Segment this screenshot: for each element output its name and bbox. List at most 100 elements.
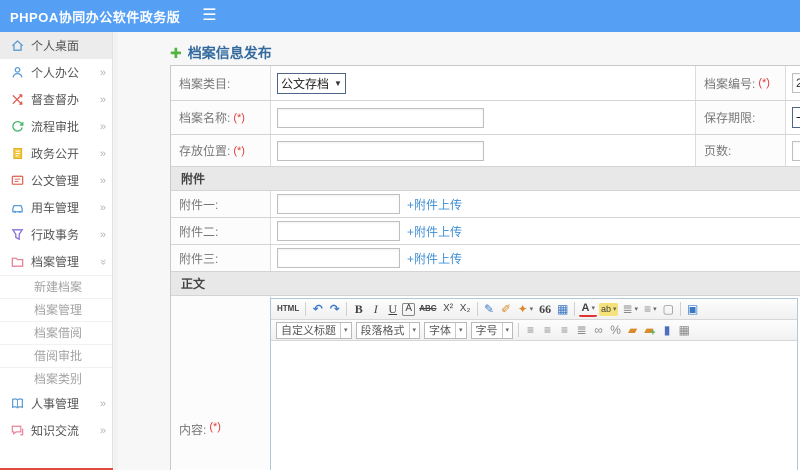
chevron-down-icon: ▾ xyxy=(501,322,513,338)
superscript-button[interactable]: X² xyxy=(441,301,456,318)
insert-table-button[interactable]: ▦ xyxy=(677,322,692,339)
number-label: 档案编号: xyxy=(704,76,756,91)
sidebar-subitem-new-archive[interactable]: 新建档案 xyxy=(0,275,112,298)
rich-text-editor: HTML ↶ ↷ B I U A ABC X² X₂ ✎ ✐ ✦ ▾ 66 ▦ A ▾ ab ▾ ≣ ▾ ≡ ▾ ▢ ▣ 自定义标… xyxy=(270,298,798,470)
eraser-button[interactable]: ✦ ▾ xyxy=(516,301,536,318)
align-justify-button[interactable]: ≣ xyxy=(574,322,589,339)
link-button[interactable]: ∞ xyxy=(591,322,606,339)
sidebar-item-office[interactable]: 个人办公 » xyxy=(0,59,112,86)
source-code-button[interactable]: HTML xyxy=(275,301,301,318)
toolbar-separator xyxy=(305,302,307,316)
toolbar-separator xyxy=(476,302,478,316)
chevron-down-icon: ▾ xyxy=(340,322,351,338)
period-label: 保存期限: xyxy=(704,111,756,125)
attachment1-input[interactable] xyxy=(277,194,400,214)
category-select[interactable]: 公文存档 ▼ xyxy=(277,72,346,94)
body-section-header: 正文 xyxy=(171,272,800,296)
attachment1-upload-link[interactable]: +附件上传 xyxy=(407,196,462,213)
form-row-content: 内容: (*) HTML ↶ ↷ B I U A ABC X² X₂ ✎ ✐ ✦ ▾ 66 ▦ A ▾ ab ▾ ≣ ▾ ≡ ▾… xyxy=(171,296,800,470)
select-label: 段落格式 xyxy=(360,325,405,337)
sidebar-item-label: 行政事务 xyxy=(31,228,80,242)
sidebar-subitem-archive-category[interactable]: 档案类别 xyxy=(0,367,112,390)
pages-label: 页数: xyxy=(704,144,732,158)
format-painter-button[interactable]: ✎ xyxy=(482,301,497,318)
font-color-button[interactable]: A ▾ xyxy=(579,302,597,317)
knowledge-icon xyxy=(10,423,25,438)
attachments-section-header: 附件 xyxy=(171,167,800,191)
font-size-select[interactable]: 字号 ▾ xyxy=(470,321,514,339)
editor-toolbar-row1: HTML ↶ ↷ B I U A ABC X² X₂ ✎ ✐ ✦ ▾ 66 ▦ A ▾ ab ▾ ≣ ▾ ≡ ▾ ▢ ▣ xyxy=(271,299,797,320)
align-center-button[interactable]: ≡ xyxy=(540,322,555,339)
doc-icon xyxy=(10,173,25,188)
bold-button[interactable]: B xyxy=(351,301,366,318)
editor-content-area[interactable] xyxy=(271,341,797,470)
blockquote-button[interactable]: 66 xyxy=(537,301,553,318)
sidebar-item-knowledge[interactable]: 知识交流 » xyxy=(0,417,112,444)
upload-image-button[interactable]: ▰ xyxy=(642,322,658,339)
sidebar-item-desktop[interactable]: 个人桌面 xyxy=(0,32,112,59)
chevron-right-icon: » xyxy=(99,424,106,437)
chevron-right-icon: » xyxy=(99,174,106,187)
archive-name-input[interactable] xyxy=(277,107,484,128)
sidebar-subitem-archive-borrow[interactable]: 档案借阅 xyxy=(0,321,112,344)
chevron-right-icon: » xyxy=(99,228,106,241)
paragraph-format-select[interactable]: 段落格式 ▾ xyxy=(355,321,421,339)
strikethrough-button[interactable]: ABC xyxy=(417,301,438,318)
sidebar-item-label: 知识交流 xyxy=(31,424,80,438)
name-label: 档案名称: xyxy=(179,111,231,125)
chevron-down-icon: ▾ xyxy=(612,305,617,313)
chevron-down-icon: » xyxy=(96,258,109,265)
highlight-button[interactable]: ab ▾ xyxy=(598,302,619,316)
redo-button[interactable]: ↷ xyxy=(327,301,342,318)
attachment3-upload-link[interactable]: +附件上传 xyxy=(407,250,462,267)
location-input[interactable] xyxy=(277,140,484,161)
required-marker: (*) xyxy=(233,144,245,157)
page-title-text: 档案信息发布 xyxy=(187,45,272,61)
home-icon xyxy=(10,38,25,53)
new-page-button[interactable]: ▢ xyxy=(661,301,676,318)
underline-button[interactable]: U xyxy=(385,301,400,318)
clear-format-button[interactable]: ✐ xyxy=(499,301,514,318)
unordered-list-button[interactable]: ≡ ▾ xyxy=(642,301,659,318)
font-family-select[interactable]: 字体 ▾ xyxy=(424,321,467,339)
unlink-button[interactable]: % xyxy=(608,322,623,339)
insert-media-button[interactable]: ▮ xyxy=(660,322,675,339)
sidebar-item-gov-open[interactable]: 政务公开 » xyxy=(0,140,112,167)
sidebar-item-vehicle[interactable]: 用车管理 » xyxy=(0,194,112,221)
autotypeset-button[interactable]: A xyxy=(402,302,416,316)
hamburger-icon[interactable]: ☰ xyxy=(202,8,216,24)
align-right-button[interactable]: ≡ xyxy=(557,322,572,339)
chevron-down-icon: ▾ xyxy=(634,305,639,313)
align-left-button[interactable]: ≡ xyxy=(523,322,538,339)
sidebar-item-admin[interactable]: 行政事务 » xyxy=(0,221,112,248)
sidebar-item-doc-mgmt[interactable]: 公文管理 » xyxy=(0,167,112,194)
attachment2-input[interactable] xyxy=(277,221,400,241)
ordered-list-button[interactable]: ≣ ▾ xyxy=(620,301,640,318)
chevron-right-icon: » xyxy=(99,397,106,410)
content-label: 内容: xyxy=(179,423,207,437)
period-select[interactable]: 一年 ▼ xyxy=(792,107,800,128)
chevron-down-icon: ▾ xyxy=(408,322,420,338)
sidebar-item-label: 流程审批 xyxy=(31,120,80,134)
sidebar-subitem-borrow-approval[interactable]: 借阅审批 xyxy=(0,344,112,367)
form-row-attachment-2: 附件二: +附件上传 xyxy=(171,218,800,245)
custom-title-select[interactable]: 自定义标题 ▾ xyxy=(276,321,352,339)
sidebar-item-archive[interactable]: 档案管理 » xyxy=(0,248,112,275)
attachment3-input[interactable] xyxy=(277,248,400,268)
sidebar-item-supervise[interactable]: 督查督办 » xyxy=(0,86,112,113)
sidebar-subitem-archive-mgmt[interactable]: 档案管理 xyxy=(0,298,112,321)
archive-number-input[interactable] xyxy=(792,73,800,93)
italic-button[interactable]: I xyxy=(368,301,383,318)
attachment2-upload-link[interactable]: +附件上传 xyxy=(407,223,462,240)
insert-image-button[interactable]: ▰ xyxy=(625,322,640,339)
insert-date-button[interactable]: ▦ xyxy=(555,301,570,318)
undo-button[interactable]: ↶ xyxy=(310,301,325,318)
fullscreen-button[interactable]: ▣ xyxy=(685,301,700,318)
chevron-down-icon: ▾ xyxy=(529,305,534,313)
sidebar-item-approval[interactable]: 流程审批 » xyxy=(0,113,112,140)
select-label: 字号 xyxy=(475,325,498,337)
sidebar-item-label: 个人办公 xyxy=(31,66,80,80)
pages-input[interactable] xyxy=(792,140,800,161)
subscript-button[interactable]: X₂ xyxy=(458,301,473,318)
sidebar-item-hr[interactable]: 人事管理 » xyxy=(0,390,112,417)
